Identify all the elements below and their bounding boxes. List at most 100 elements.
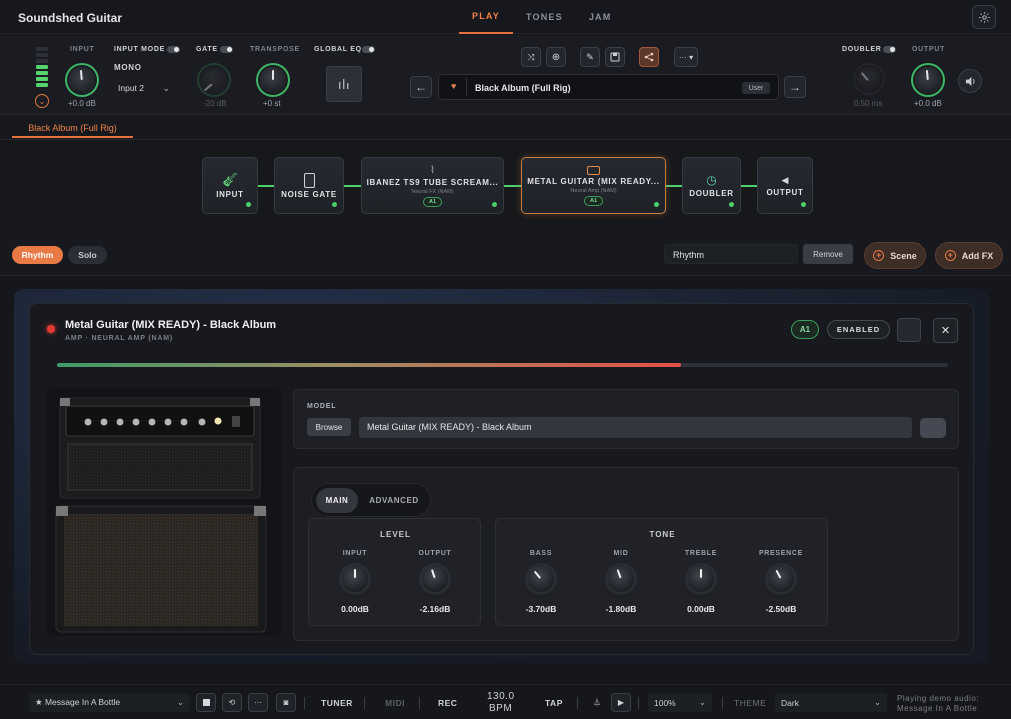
- play-button[interactable]: ▶: [611, 693, 631, 712]
- tab-play[interactable]: PLAY: [459, 0, 513, 34]
- doubler-toggle[interactable]: [883, 46, 896, 53]
- loop-button[interactable]: ⟲: [222, 693, 242, 712]
- meter-collapse-button[interactable]: ⌄: [35, 94, 49, 108]
- status-dot: [332, 202, 337, 207]
- stop-button[interactable]: [196, 693, 216, 712]
- bpm-value[interactable]: 130.0: [487, 691, 515, 702]
- input-gain-knob[interactable]: [69, 67, 95, 93]
- shuffle-button[interactable]: ⤨: [521, 47, 541, 67]
- more-menu-button[interactable]: ··· ▾: [674, 47, 698, 67]
- edit-preset-button[interactable]: ✎: [580, 47, 600, 67]
- capture-slot-badge[interactable]: A1: [791, 320, 819, 339]
- tone-treble-knob[interactable]: [688, 566, 714, 592]
- record-button[interactable]: REC: [438, 698, 457, 708]
- scene-bar: Rhythm Solo Rhythm Remove + Scene + Add …: [0, 236, 1011, 276]
- tone-presence-knob[interactable]: [768, 566, 794, 592]
- input-mode-toggle[interactable]: [167, 46, 180, 53]
- metronome-icon: ⏃: [593, 698, 601, 707]
- chain-node-metal-guitar-amp[interactable]: METAL GUITAR (MIX READY... Neural Amp (N…: [521, 157, 666, 214]
- knob-indicator: [354, 569, 356, 578]
- tone-param-value: -3.70dB: [525, 604, 557, 614]
- browse-model-button[interactable]: Browse: [307, 418, 351, 436]
- chain-node-output[interactable]: ◀︎ OUTPUT: [757, 157, 813, 214]
- more-icon: ··· ▾: [678, 52, 694, 62]
- previous-preset-button[interactable]: ←: [410, 76, 432, 98]
- next-preset-button[interactable]: →: [784, 76, 806, 98]
- add-fx-button[interactable]: + Add FX: [935, 242, 1003, 269]
- level-input-knob[interactable]: [342, 566, 368, 592]
- input-select-value: Input 2: [118, 83, 144, 93]
- share-icon: [644, 52, 654, 62]
- output-gain-knob[interactable]: [915, 67, 941, 93]
- input-select[interactable]: Input 2 ⌄: [118, 80, 170, 96]
- snapshot-button[interactable]: ◙: [276, 693, 296, 712]
- volume-button[interactable]: [958, 69, 982, 93]
- gate-label: GATE: [196, 46, 218, 53]
- share-button[interactable]: [639, 47, 659, 67]
- chain-node-title: OUTPUT: [766, 187, 804, 197]
- chain-node-doubler[interactable]: ◷ DOUBLER: [682, 157, 741, 214]
- transpose-knob[interactable]: [260, 67, 286, 93]
- scene-name-input[interactable]: Rhythm: [664, 244, 798, 264]
- global-eq-toggle[interactable]: [362, 46, 375, 53]
- knob-indicator: [775, 569, 782, 579]
- theme-select[interactable]: Dark ⌄: [775, 693, 887, 712]
- rig-tab[interactable]: Black Album (Full Rig): [12, 119, 133, 138]
- gate-value: -20 dB: [203, 99, 227, 108]
- status-dot: [246, 202, 251, 207]
- level-group-title: LEVEL: [380, 530, 411, 539]
- tone-bass-knob[interactable]: [528, 566, 554, 592]
- tuner-button[interactable]: TUNER: [321, 698, 353, 708]
- add-scene-button[interactable]: + Scene: [864, 242, 926, 269]
- chain-wire: [666, 185, 682, 187]
- tone-param-value: 0.00dB: [687, 604, 715, 614]
- song-select[interactable]: ★ Message In A Bottle ⌄: [29, 693, 190, 712]
- app-window: Soundshed Guitar PLAY TONES JAM ⌄ INPUT …: [0, 0, 1011, 719]
- tab-jam[interactable]: JAM: [576, 0, 625, 34]
- gate-toggle[interactable]: [220, 46, 233, 53]
- arrow-left-icon: ←: [415, 80, 427, 94]
- chain-node-noise-gate[interactable]: NOISE GATE: [274, 157, 344, 214]
- song-select-value: ★ Message In A Bottle: [35, 697, 121, 707]
- amp-stack-illustration: [55, 397, 267, 633]
- tone-param-label: MID: [613, 550, 629, 557]
- settings-button[interactable]: [972, 5, 996, 29]
- amp-icon: [587, 166, 600, 175]
- scene-rhythm-button[interactable]: Rhythm: [12, 246, 63, 264]
- speaker-icon: ◀︎: [781, 174, 789, 185]
- chain-node-input[interactable]: 🎸︎ INPUT: [202, 157, 258, 214]
- level-output-knob[interactable]: [422, 566, 448, 592]
- editor-title: Metal Guitar (MIX READY) - Black Album: [65, 319, 277, 331]
- tab-tones[interactable]: TONES: [513, 0, 576, 34]
- model-label: MODEL: [307, 403, 337, 410]
- global-eq-button[interactable]: [326, 66, 362, 102]
- gate-knob[interactable]: [201, 67, 227, 93]
- model-options-button[interactable]: [920, 418, 946, 438]
- close-editor-button[interactable]: ✕: [933, 318, 958, 343]
- knob-indicator: [700, 569, 702, 578]
- tap-tempo-button[interactable]: TAP: [545, 698, 563, 708]
- equalizer-icon: [339, 79, 349, 89]
- level-param-value: -2.16dB: [419, 604, 451, 614]
- model-field[interactable]: Metal Guitar (MIX READY) - Black Album: [359, 417, 912, 438]
- preset-selector[interactable]: ♥ Black Album (Full Rig) User: [438, 74, 779, 100]
- chain-node-ts9[interactable]: ⌇ IBANEZ TS9 TUBE SCREAM... Neural FX (N…: [361, 157, 504, 214]
- more-options-button[interactable]: ···: [248, 693, 268, 712]
- save-preset-button[interactable]: [605, 47, 625, 67]
- divider: [419, 697, 420, 709]
- scene-solo-button[interactable]: Solo: [68, 246, 107, 264]
- metronome-button[interactable]: ⏃: [587, 693, 607, 712]
- remove-scene-button[interactable]: Remove: [803, 244, 853, 264]
- doubler-knob[interactable]: [857, 67, 881, 91]
- tab-advanced[interactable]: ADVANCED: [362, 488, 426, 513]
- zoom-select[interactable]: 100% ⌄: [648, 693, 712, 712]
- app-title: Soundshed Guitar: [18, 11, 123, 25]
- tab-main[interactable]: MAIN: [316, 488, 358, 513]
- pedal-icon: [303, 172, 315, 188]
- color-swatch-button[interactable]: [897, 318, 921, 342]
- enabled-toggle[interactable]: ENABLED: [827, 320, 890, 339]
- tone-mid-knob[interactable]: [608, 566, 634, 592]
- add-preset-button[interactable]: ⊕: [546, 47, 566, 67]
- midi-button[interactable]: MIDI: [385, 698, 405, 708]
- input-level-meter: [36, 47, 48, 89]
